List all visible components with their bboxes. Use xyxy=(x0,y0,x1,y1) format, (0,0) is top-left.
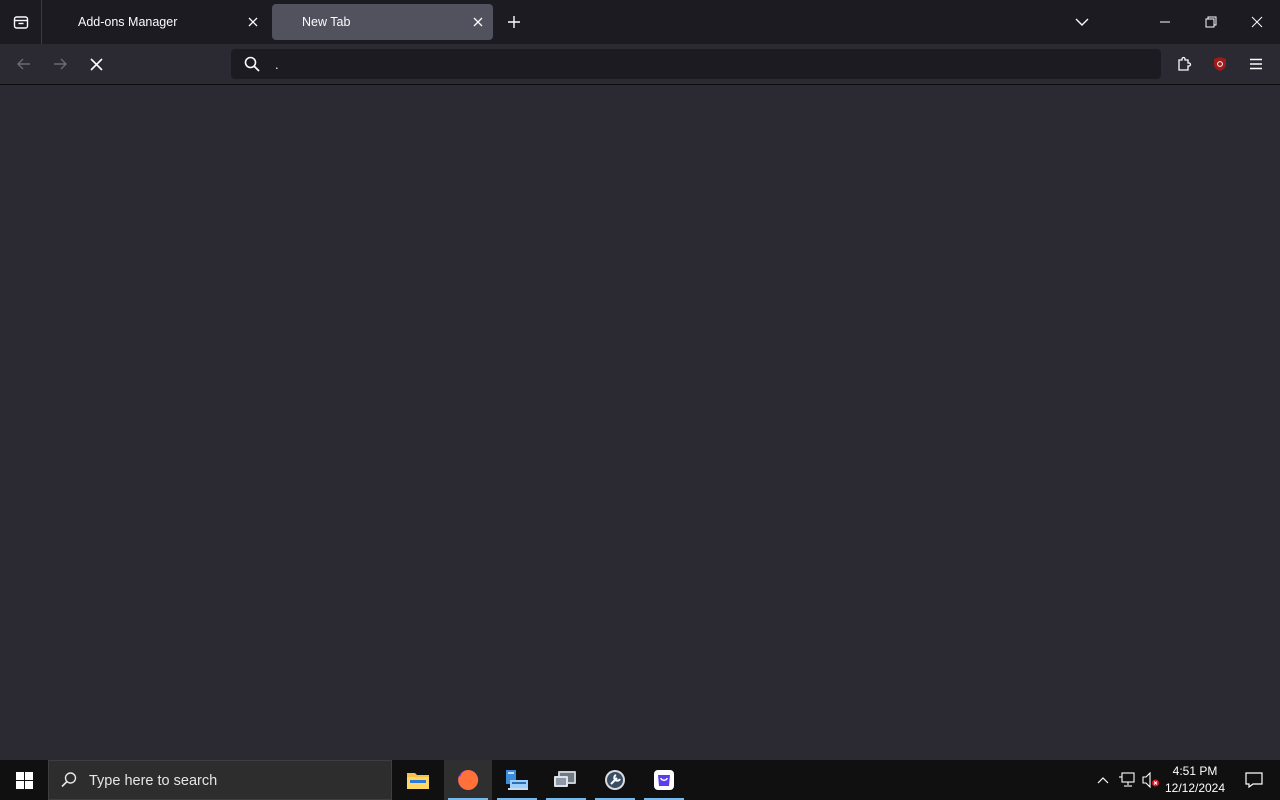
minimize-icon xyxy=(1160,21,1170,23)
folder-icon xyxy=(407,773,429,789)
wrench-icon xyxy=(605,770,625,790)
tab-strip: Add-ons Manager New Tab xyxy=(0,0,1280,44)
windows-taskbar: Type here to search 4:51 PM 12/12/2024 xyxy=(0,760,1280,800)
system-clock[interactable]: 4:51 PM 12/12/2024 xyxy=(1160,763,1230,797)
taskbar-search-box[interactable]: Type here to search xyxy=(48,760,392,800)
search-icon xyxy=(61,772,77,788)
minimize-button[interactable] xyxy=(1142,0,1188,44)
stop-icon xyxy=(89,57,103,71)
volume-button[interactable] xyxy=(1141,770,1161,790)
chevron-up-icon xyxy=(1097,777,1109,784)
ublock-shield-icon xyxy=(1214,57,1226,71)
taskbar-app-display[interactable] xyxy=(542,760,590,800)
firefox-view-icon xyxy=(13,16,28,29)
network-status-button[interactable] xyxy=(1117,770,1137,790)
forward-button[interactable] xyxy=(45,50,75,78)
tab-new-tab[interactable]: New Tab xyxy=(272,4,493,40)
search-placeholder: Type here to search xyxy=(89,773,218,789)
firefox-window: Add-ons Manager New Tab xyxy=(0,0,1280,760)
search-icon xyxy=(244,56,260,72)
close-icon xyxy=(473,17,483,27)
list-all-tabs-button[interactable] xyxy=(1059,0,1105,44)
arrow-right-icon xyxy=(54,58,67,70)
volume-muted-icon xyxy=(1142,772,1159,788)
close-tab-button[interactable] xyxy=(469,13,487,31)
extensions-button[interactable] xyxy=(1169,50,1199,78)
url-input[interactable] xyxy=(275,53,1145,75)
tab-label: New Tab xyxy=(302,15,351,29)
taskbar-app-tools[interactable] xyxy=(591,760,639,800)
firefox-icon xyxy=(458,769,479,790)
clock-time: 4:51 PM xyxy=(1172,764,1218,778)
ublock-origin-button[interactable] xyxy=(1205,50,1235,78)
computer-icon xyxy=(506,770,528,790)
firefox-view-button[interactable] xyxy=(0,0,42,44)
address-bar[interactable] xyxy=(231,49,1161,79)
monitor-icon xyxy=(554,771,576,787)
stop-button[interactable] xyxy=(81,50,111,78)
taskbar-firefox[interactable] xyxy=(444,760,492,800)
network-icon xyxy=(1119,772,1135,787)
taskbar-app-store[interactable] xyxy=(640,760,688,800)
app-menu-button[interactable] xyxy=(1241,50,1271,78)
puzzle-piece-icon xyxy=(1178,56,1192,71)
action-center-button[interactable] xyxy=(1234,760,1274,800)
arrow-left-icon xyxy=(17,58,30,70)
back-button[interactable] xyxy=(9,50,39,78)
restore-icon xyxy=(1205,16,1217,28)
chevron-down-icon xyxy=(1075,18,1089,26)
taskbar-file-explorer[interactable] xyxy=(394,760,442,800)
hamburger-menu-icon xyxy=(1250,58,1262,70)
windows-logo-icon xyxy=(15,771,33,789)
tab-label: Add-ons Manager xyxy=(78,15,178,29)
show-hidden-icons-button[interactable] xyxy=(1093,770,1113,790)
navigation-toolbar xyxy=(0,44,1280,85)
close-icon xyxy=(1251,16,1263,28)
clock-date: 12/12/2024 xyxy=(1164,781,1226,795)
shopping-bag-icon xyxy=(654,770,674,790)
close-tab-button[interactable] xyxy=(244,13,262,31)
start-button[interactable] xyxy=(0,760,48,800)
page-content-area[interactable] xyxy=(0,86,1280,760)
tab-addons-manager[interactable]: Add-ons Manager xyxy=(48,4,268,40)
taskbar-app-pc[interactable] xyxy=(493,760,541,800)
close-icon xyxy=(248,17,258,27)
notification-icon xyxy=(1245,772,1263,788)
new-tab-button[interactable] xyxy=(503,11,525,33)
plus-icon xyxy=(508,16,520,28)
restore-button[interactable] xyxy=(1188,0,1234,44)
close-window-button[interactable] xyxy=(1234,0,1280,44)
